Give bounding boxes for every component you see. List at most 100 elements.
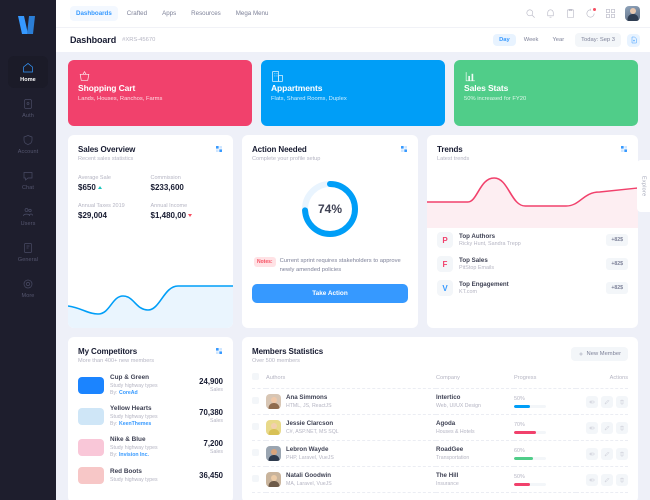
sidebar-item-label: General [17,257,39,263]
sidebar-item-label: Account [17,149,39,155]
tile-shopping-cart[interactable]: Shopping Cart Lands, Houses, Ranchos, Fa… [68,60,252,126]
sidebar-item-auth[interactable]: Auth [8,92,48,124]
filter-week[interactable]: Week [518,34,545,46]
author-cell: Lebron Wayde PHP, Laravel, VueJS [266,440,436,467]
refresh-icon[interactable] [585,8,596,19]
card-title: Trends [437,145,463,154]
page-header-actions: Day Week Year Today: Sep 3 [493,33,640,47]
sidebar-item-account[interactable]: Account [8,128,48,160]
row-checkbox[interactable] [252,423,259,430]
card-menu-icon[interactable] [215,145,223,153]
select-all-checkbox[interactable] [252,373,259,380]
switch-icon[interactable] [586,473,598,486]
top-nav-apps[interactable]: Apps [156,6,182,21]
row-checkbox[interactable] [252,449,259,456]
filter-day[interactable]: Day [493,34,516,46]
sidebar-item-general[interactable]: General [8,236,48,268]
edit-icon[interactable] [601,473,613,486]
trend-item[interactable]: F Top Sales PitStop Emails +82$ [437,252,628,276]
progress-donut-wrap: 74% [252,178,408,240]
card-menu-icon[interactable] [400,145,408,153]
card-menu-icon[interactable] [620,145,628,153]
delete-icon[interactable] [616,395,628,408]
list-item[interactable]: Cup & Green Study highway types By: Core… [78,369,223,400]
delete-icon[interactable] [616,447,628,460]
table-row[interactable]: Jessie Clarcson C#, ASP.NET, MS SQL Agod… [252,414,628,441]
competitor-author[interactable]: KeenThemes [119,421,151,427]
edit-icon[interactable] [601,421,613,434]
competitor-desc: Study highway types [110,444,158,451]
competitor-by: By: KeenThemes [110,421,193,427]
delete-icon[interactable] [616,421,628,434]
competitor-metric: 36,450 [199,471,223,480]
logo[interactable] [0,0,56,50]
row-select-cell [252,388,266,415]
switch-icon[interactable] [586,421,598,434]
member-skills: C#, ASP.NET, MS SQL [286,428,339,435]
table-row[interactable]: Natali Goodwin MA, Laravel, VueJS The Hi… [252,466,628,493]
tile-appartments[interactable]: Appartments Flats, Shared Rooms, Duplex [261,60,445,126]
table-head: Authors Company Progress Actions [252,373,628,389]
edit-icon[interactable] [601,447,613,460]
sidebar-item-more[interactable]: More [8,272,48,304]
avatar [266,394,281,409]
table-row[interactable]: Lebron Wayde PHP, Laravel, VueJS RoadGee… [252,440,628,467]
trend-item[interactable]: P Top Authors Ricky Hunt, Sandra Trepp +… [437,228,628,252]
competitor-value: 24,900 [199,377,223,386]
actions-cell [576,440,628,467]
row-checkbox[interactable] [252,397,259,404]
card-subtitle: Recent sales statistics [78,156,134,162]
note-text: Current sprint requires stakeholders to … [279,258,401,273]
sales-overview-card: Sales Overview Recent sales statistics A… [68,135,233,328]
switch-icon[interactable] [586,447,598,460]
add-file-button[interactable] [627,33,640,47]
competitor-metric: 7,200 Sales [203,439,223,455]
list-item[interactable]: Red Boots Study highway types 36,450 [78,462,223,488]
grid-icon[interactable] [605,8,616,19]
edit-icon[interactable] [601,395,613,408]
competitor-by: By: CoreAd [110,390,193,396]
today-date-button[interactable]: Today: Sep 3 [575,33,621,47]
delete-icon[interactable] [616,473,628,486]
take-action-button[interactable]: Take Action [252,283,408,303]
card-header: Trends Latest trends [437,145,628,162]
list-item[interactable]: Yellow Hearts Study highway types By: Ke… [78,400,223,431]
add-user-button[interactable]: New Member [570,347,628,361]
row-checkbox[interactable] [252,475,259,482]
card-menu-icon[interactable] [215,347,223,355]
author-cell: Jessie Clarcson C#, ASP.NET, MS SQL [266,414,436,441]
top-nav-resources[interactable]: Resources [185,6,227,21]
trend-item[interactable]: V Top Engagement KT.com +82$ [437,276,628,300]
clipboard-icon[interactable] [565,8,576,19]
competitor-author[interactable]: CoreAd [119,390,138,396]
top-nav-dashboards[interactable]: Dashboards [70,6,118,21]
bell-icon[interactable] [545,8,556,19]
search-icon[interactable] [525,8,536,19]
action-needed-card: Action Needed Complete your profile setu… [242,135,418,328]
select-all-header [252,373,266,389]
row-select-cell [252,466,266,493]
trend-desc: Ricky Hunt, Sandra Trepp [459,241,521,248]
tile-title: Shopping Cart [78,83,136,93]
progress-cell: 60% [514,440,576,467]
sidebar-item-home[interactable]: Home [8,56,48,88]
topbar: Dashboards Crafted Apps Resources Mega M… [56,0,650,27]
list-item[interactable]: Nike & Blue Study highway types By: Invi… [78,431,223,462]
sidebar-item-chat[interactable]: Chat [8,164,48,196]
competitor-name: Nike & Blue [110,436,146,443]
tile-sales-stats[interactable]: Sales Stats 50% increased for FY20 [454,60,638,126]
avatar[interactable] [625,6,640,21]
trend-badge: +82$ [606,258,628,270]
filter-year[interactable]: Year [546,34,570,46]
explore-tab[interactable]: Explore [637,160,650,212]
bar-chart-icon [464,70,628,83]
top-nav-mega-menu[interactable]: Mega Menu [230,6,275,21]
actions-cell [576,414,628,441]
sidebar-item-users[interactable]: Users [8,200,48,232]
sidebar-item-label: Home [20,77,36,83]
top-nav-crafted[interactable]: Crafted [121,6,153,21]
company-name: Agoda [436,420,456,428]
switch-icon[interactable] [586,395,598,408]
table-row[interactable]: Ana Simmons HTML, JS, ReactJS Intertico … [252,388,628,415]
competitor-author[interactable]: Invision Inc. [119,452,149,458]
